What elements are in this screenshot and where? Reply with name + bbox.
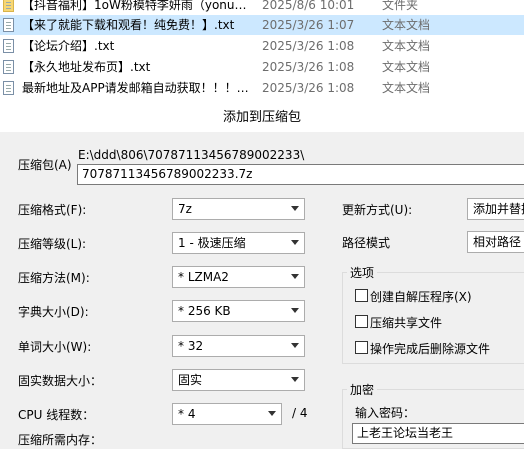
- dict-value: * 256 KB: [178, 304, 231, 318]
- word-label: 单词大小(W):: [18, 340, 92, 354]
- format-value: 7z: [178, 202, 192, 216]
- file-row[interactable]: 【来了就能下载和观看！纯免费！】.txt 2025/3/26 1:07 文本文档: [0, 15, 524, 35]
- delete-source-checkbox[interactable]: [355, 341, 368, 354]
- update-label: 更新方式(U):: [342, 203, 413, 217]
- text-file-icon: [3, 39, 14, 53]
- update-select[interactable]: 添加并替换: [467, 198, 524, 220]
- password-label: 输入密码：: [355, 406, 416, 420]
- method-select[interactable]: * LZMA2: [172, 266, 305, 288]
- text-file-icon: [3, 81, 14, 95]
- file-type: 文本文档: [382, 39, 431, 53]
- file-type: 文件夹: [382, 0, 419, 12]
- word-select[interactable]: * 32: [172, 335, 305, 357]
- sfx-label: 创建自解压程序(X): [370, 290, 472, 304]
- chevron-down-icon: [291, 240, 299, 245]
- dict-label: 字典大小(D):: [18, 305, 89, 319]
- cpu-value: * 4: [178, 407, 196, 421]
- file-name: 【永久地址发布页】.txt: [22, 60, 151, 74]
- archive-path: E:\ddd\806\70787113456789002233\: [78, 148, 305, 162]
- file-date: 2025/3/26 1:08: [262, 60, 355, 74]
- file-row[interactable]: 【抖音福利】1oW粉模特李妍雨（yonu… 2025/8/6 10:01 文件夹: [0, 0, 524, 15]
- file-list: 【抖音福利】1oW粉模特李妍雨（yonu… 2025/8/6 10:01 文件夹…: [0, 0, 524, 104]
- file-type: 文本文档: [382, 60, 431, 74]
- options-title: 选项: [347, 264, 378, 281]
- level-value: 1 - 极速压缩: [178, 236, 246, 250]
- delete-source-label: 操作完成后删除源文件: [370, 342, 491, 356]
- format-label: 压缩格式(F):: [18, 203, 87, 217]
- file-type: 文本文档: [382, 81, 431, 95]
- folder-icon: [3, 0, 14, 12]
- chevron-down-icon: [291, 206, 299, 211]
- archive-label: 压缩包(A): [18, 158, 72, 172]
- file-date: 2025/3/26 1:07: [262, 18, 355, 32]
- memory-label: 压缩所需内存：: [18, 433, 103, 447]
- dialog-title: 添加到压缩包: [0, 104, 524, 132]
- text-file-icon: [3, 18, 14, 32]
- format-select[interactable]: 7z: [172, 198, 305, 220]
- word-value: * 32: [178, 339, 204, 353]
- path-label: 路径模式: [342, 236, 391, 250]
- cpu-select[interactable]: * 4: [172, 403, 282, 425]
- chevron-down-icon: [291, 274, 299, 279]
- file-date: 2025/3/26 1:08: [262, 81, 355, 95]
- file-date: 2025/8/6 10:01: [262, 0, 355, 12]
- sfx-checkbox[interactable]: [355, 289, 368, 302]
- file-name: 最新地址及APP请发邮箱自动获取！！！…: [22, 81, 249, 95]
- level-label: 压缩等级(L):: [18, 237, 87, 251]
- level-select[interactable]: 1 - 极速压缩: [172, 232, 305, 254]
- add-to-archive-dialog: 添加到压缩包 压缩包(A) E:\ddd\806\707871134567890…: [0, 104, 524, 449]
- file-row[interactable]: 最新地址及APP请发邮箱自动获取！！！… 2025/3/26 1:08 文本文档: [0, 78, 524, 98]
- shared-checkbox[interactable]: [355, 315, 368, 328]
- path-select[interactable]: 相对路径: [467, 231, 524, 253]
- file-date: 2025/3/26 1:08: [262, 39, 355, 53]
- chevron-down-icon: [291, 343, 299, 348]
- dict-select[interactable]: * 256 KB: [172, 300, 305, 322]
- text-file-icon: [3, 60, 14, 74]
- encryption-title: 加密: [347, 381, 378, 398]
- file-name: 【来了就能下载和观看！纯免费！】.txt: [22, 18, 235, 32]
- method-value: * LZMA2: [178, 270, 229, 284]
- chevron-down-icon: [291, 377, 299, 382]
- chevron-down-icon: [268, 411, 276, 416]
- solid-label: 固实数据大小：: [18, 374, 103, 388]
- cpu-total: / 4: [292, 406, 308, 420]
- shared-label: 压缩共享文件: [370, 316, 443, 330]
- solid-value: 固实: [178, 373, 203, 387]
- path-value: 相对路径: [473, 235, 522, 249]
- file-row[interactable]: 【论坛介绍】.txt 2025/3/26 1:08 文本文档: [0, 36, 524, 56]
- method-label: 压缩方法(M):: [18, 271, 90, 285]
- solid-select[interactable]: 固实: [172, 369, 305, 391]
- cpu-label: CPU 线程数：: [18, 408, 95, 422]
- password-input[interactable]: 上老王论坛当老王: [352, 423, 524, 444]
- file-row[interactable]: 【永久地址发布页】.txt 2025/3/26 1:08 文本文档: [0, 57, 524, 77]
- file-type: 文本文档: [382, 18, 431, 32]
- archive-name-input[interactable]: 70787113456789002233.7z: [77, 164, 524, 185]
- file-name: 【论坛介绍】.txt: [22, 39, 115, 53]
- file-name: 【抖音福利】1oW粉模特李妍雨（yonu…: [22, 0, 247, 12]
- update-value: 添加并替换: [473, 202, 524, 216]
- chevron-down-icon: [291, 308, 299, 313]
